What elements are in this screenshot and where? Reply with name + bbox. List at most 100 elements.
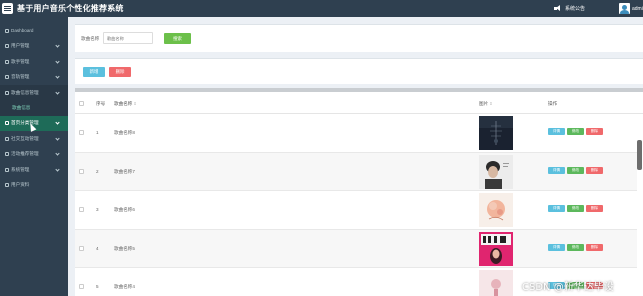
flag-icon	[5, 136, 9, 141]
row-checkbox[interactable]	[79, 168, 84, 174]
song-cover-image	[479, 154, 513, 189]
detail-button[interactable]: 详情	[548, 166, 565, 174]
search-label: 歌曲名称	[81, 36, 100, 41]
grid-icon	[5, 121, 9, 126]
action-panel: 新增 删除	[75, 58, 643, 84]
row-checkbox[interactable]	[79, 245, 84, 251]
sort-icon: ⇕	[133, 101, 137, 106]
row-actions: 详情 修改 删除	[548, 166, 603, 174]
header-song-name-label: 歌曲名称	[114, 101, 133, 106]
chevron-down-icon	[55, 151, 60, 156]
row-song-name: 歌曲名称8	[114, 130, 135, 135]
sidebar-item-label: Dashboard	[11, 28, 34, 34]
chevron-down-icon	[55, 166, 60, 172]
detail-button[interactable]: 详情	[548, 128, 565, 135]
sidebar-item-song-management[interactable]: 歌曲信息管理	[0, 85, 68, 101]
edit-button[interactable]: 修改	[567, 205, 584, 212]
user-menu[interactable]: admin	[619, 3, 643, 14]
chevron-down-icon	[55, 120, 60, 125]
row-actions: 详情 修改 删除	[548, 243, 603, 251]
sidebar-item-label: 用户资料	[11, 182, 30, 188]
header-image[interactable]: 图片⇕	[479, 101, 493, 107]
delete-button[interactable]: 删除	[586, 205, 603, 212]
chevron-down-icon	[55, 58, 60, 64]
sidebar-item-label: 音轨管理	[11, 74, 30, 80]
row-index: 5	[96, 284, 99, 289]
delete-button[interactable]: 删除	[586, 166, 603, 174]
table-row: 1 歌曲名称8 详情 修改 删除	[75, 114, 637, 153]
table-row: 4 歌曲名称5 详情 修改 删除	[75, 229, 637, 268]
row-checkbox[interactable]	[79, 207, 84, 212]
delete-button[interactable]: 删除	[586, 128, 603, 135]
sidebar-item-activity-management[interactable]: 活动推荐管理	[0, 147, 68, 163]
plane-icon	[5, 75, 9, 80]
detail-button[interactable]: 详情	[548, 205, 565, 212]
detail-button[interactable]: 详情	[548, 243, 565, 251]
sidebar-item-user-management[interactable]: 用户管理	[0, 39, 68, 55]
table-header: 序号 歌曲名称⇕ 图片⇕ 操作	[75, 92, 643, 114]
sort-icon: ⇕	[489, 101, 493, 106]
row-actions: 详情 修改 删除	[548, 128, 603, 135]
chevron-down-icon	[55, 135, 60, 141]
song-cover-image	[479, 231, 513, 266]
chevron-down-icon	[55, 43, 60, 48]
list-icon	[5, 152, 9, 157]
menu-toggle-icon[interactable]	[2, 3, 13, 14]
delete-button[interactable]: 删除	[586, 243, 603, 251]
header-image-label: 图片	[479, 101, 489, 106]
watermark: CSDN @新华达毕设	[522, 282, 614, 293]
system-notice-link[interactable]: 系统公告	[553, 5, 585, 12]
sidebar-item-social-management[interactable]: 社交互动管理	[0, 131, 68, 147]
edit-button[interactable]: 修改	[567, 243, 584, 251]
sidebar-item-label: 用户管理	[11, 43, 30, 49]
avatar	[619, 3, 630, 14]
search-panel: 歌曲名称 搜索	[75, 24, 643, 52]
search-button[interactable]: 搜索	[164, 33, 191, 44]
sidebar-item-singer-management[interactable]: 歌手管理	[0, 54, 68, 70]
grid-icon	[5, 90, 9, 95]
song-cover-image	[479, 270, 513, 296]
username: admin	[632, 5, 643, 12]
grid-icon	[5, 167, 9, 172]
sidebar-subitem-song-info[interactable]: 歌曲信息	[0, 100, 68, 116]
sidebar-item-label: 社交互动管理	[11, 135, 39, 141]
sidebar-item-label: 歌手管理	[11, 58, 30, 64]
system-notice-label: 系统公告	[564, 6, 585, 12]
row-index: 2	[96, 168, 99, 174]
sidebar-item-system-management[interactable]: 系统管理	[0, 162, 68, 178]
sidebar-item-user-profile[interactable]: 用户资料	[0, 178, 68, 194]
scrollbar[interactable]	[637, 140, 642, 170]
select-all-checkbox[interactable]	[79, 101, 84, 106]
chevron-down-icon	[55, 89, 60, 95]
edit-button[interactable]: 修改	[567, 166, 584, 174]
table-row: 3 歌曲名称6 详情 修改 删除	[75, 191, 637, 230]
edit-button[interactable]: 修改	[567, 128, 584, 135]
row-index: 1	[96, 130, 99, 135]
folder-icon	[5, 183, 9, 188]
table-row: 2 歌曲名称7 详情 修改 删除	[75, 152, 637, 191]
row-song-name: 歌曲名称6	[114, 207, 135, 212]
grid-icon	[5, 59, 9, 64]
sidebar-item-label: 系统管理	[11, 166, 30, 172]
row-checkbox[interactable]	[79, 284, 84, 289]
row-index: 4	[96, 245, 99, 251]
row-song-name: 歌曲名称7	[114, 168, 135, 174]
header-song-name[interactable]: 歌曲名称⇕	[114, 101, 137, 107]
song-table: 序号 歌曲名称⇕ 图片⇕ 操作 1 歌曲名称8 详情 修改 删除 2 歌曲名称7	[75, 88, 643, 296]
sidebar-item-dashboard[interactable]: Dashboard	[0, 23, 68, 39]
sidebar-subitem-label: 歌曲信息	[12, 105, 31, 110]
top-navbar: 基于用户音乐个性化推荐系统 系统公告 admin	[0, 0, 643, 17]
row-actions: 详情 修改 删除	[548, 205, 603, 212]
song-cover-image	[479, 116, 513, 150]
row-song-name: 歌曲名称4	[114, 284, 135, 289]
header-index: 序号	[96, 101, 106, 106]
sidebar-item-track-management[interactable]: 音轨管理	[0, 70, 68, 86]
row-checkbox[interactable]	[79, 130, 84, 135]
home-icon	[5, 28, 9, 33]
search-input[interactable]	[103, 32, 153, 44]
add-button[interactable]: 新增	[83, 67, 105, 77]
row-index: 3	[96, 207, 99, 212]
sidebar: Dashboard 用户管理 歌手管理 音轨管理 歌曲信息管理 歌曲信息 首页分…	[0, 17, 68, 296]
song-cover-image	[479, 193, 513, 227]
bulk-delete-button[interactable]: 删除	[109, 67, 131, 77]
